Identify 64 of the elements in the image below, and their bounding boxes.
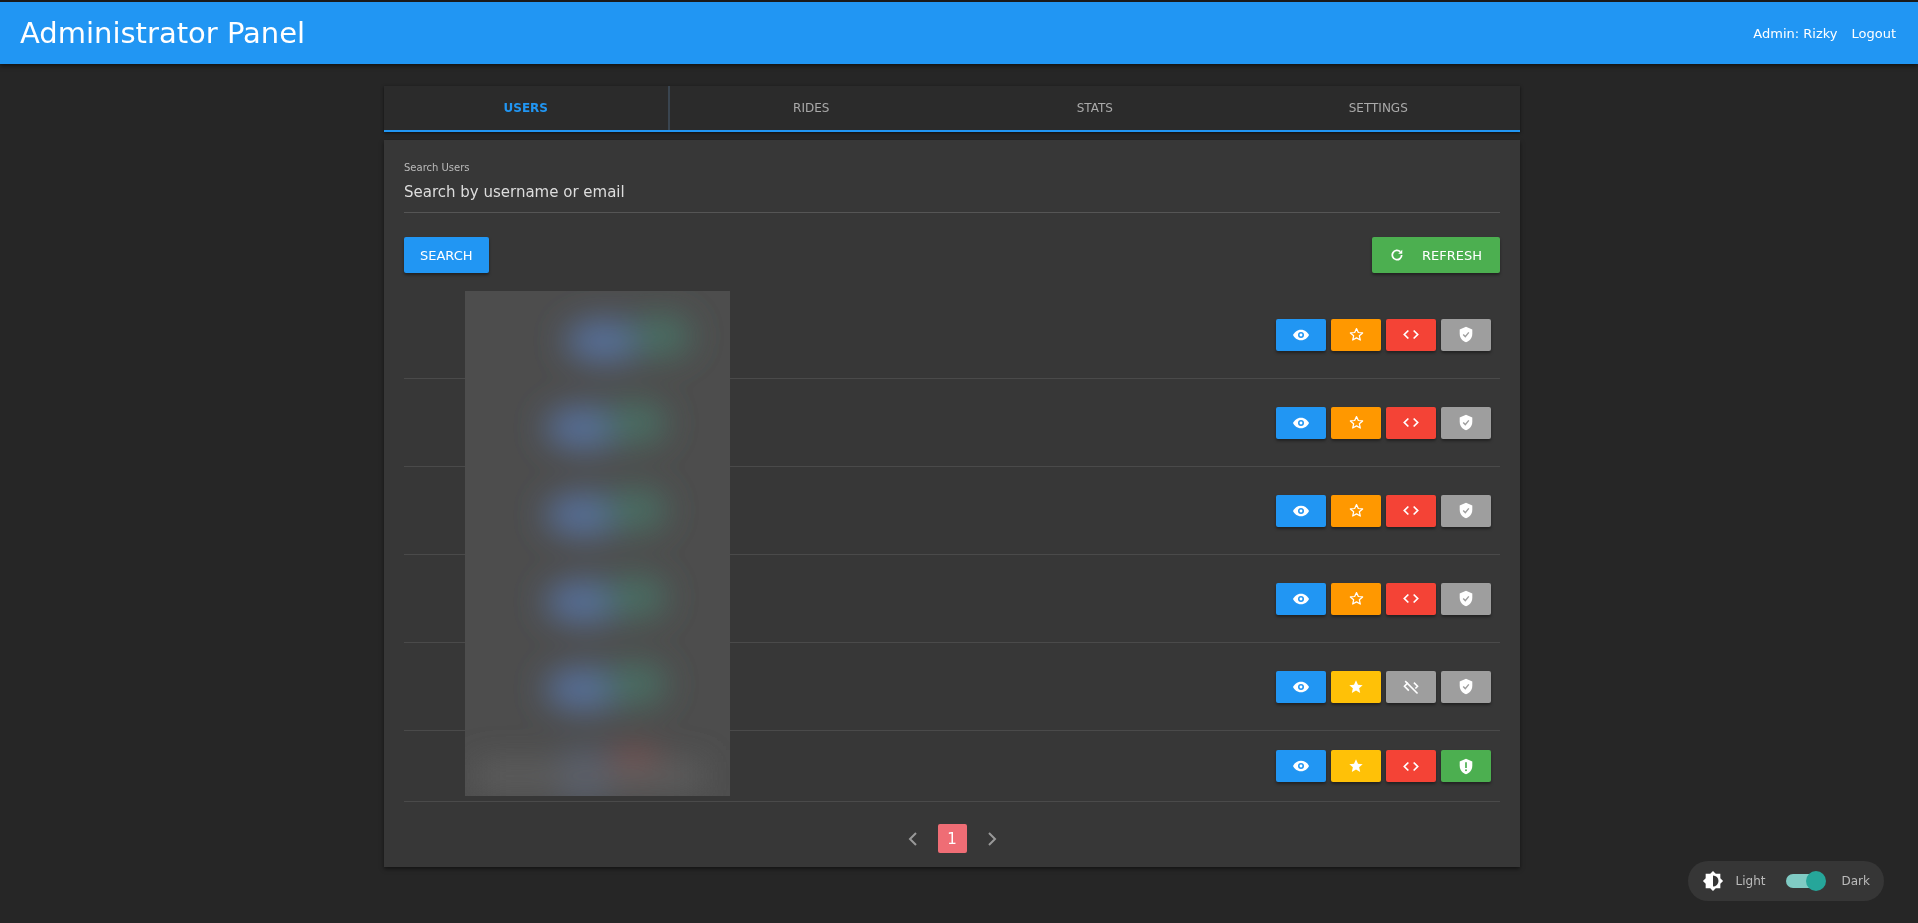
code-off-icon <box>1402 678 1420 695</box>
code-button[interactable] <box>1386 318 1436 351</box>
search-label: Search Users <box>404 162 471 173</box>
star-icon <box>1348 678 1364 695</box>
eye-icon <box>1293 760 1309 772</box>
chevron-left-icon <box>907 831 918 846</box>
shield-check-icon <box>1459 502 1473 519</box>
chevron-right-icon <box>986 831 997 846</box>
star-button[interactable] <box>1331 494 1381 527</box>
view-button[interactable] <box>1276 406 1326 439</box>
refresh-button[interactable]: REFRESH <box>1372 237 1500 273</box>
star-button[interactable] <box>1331 582 1381 615</box>
code-button[interactable] <box>1386 670 1436 703</box>
shield-alert-icon <box>1459 757 1473 775</box>
code-button[interactable] <box>1386 582 1436 615</box>
view-button[interactable] <box>1276 582 1326 615</box>
search-field[interactable]: Search by username or email <box>404 173 1500 213</box>
star-icon <box>1348 327 1364 342</box>
view-button[interactable] <box>1276 670 1326 703</box>
shield-button[interactable] <box>1441 406 1491 439</box>
code-button[interactable] <box>1386 494 1436 527</box>
refresh-icon <box>1390 248 1404 262</box>
code-icon <box>1403 505 1419 516</box>
code-button[interactable] <box>1386 406 1436 439</box>
shield-button[interactable] <box>1441 318 1491 351</box>
code-icon <box>1403 593 1419 604</box>
shield-check-icon <box>1459 326 1473 343</box>
admin-user-label: Admin: Rizky <box>1753 25 1838 41</box>
shield-check-icon <box>1459 414 1473 431</box>
logout-link[interactable]: Logout <box>1851 25 1896 41</box>
app-title: Administrator Panel <box>20 16 306 50</box>
dark-label: Dark <box>1841 874 1870 888</box>
light-label: Light <box>1735 874 1766 888</box>
tab[interactable]: SETTINGS <box>1236 86 1520 130</box>
eye-icon <box>1293 680 1309 693</box>
eye-icon <box>1293 328 1309 341</box>
page-button[interactable]: 1 <box>937 824 967 853</box>
star-icon <box>1348 503 1364 518</box>
shield-check-icon <box>1459 678 1473 695</box>
shield-button[interactable] <box>1441 582 1491 615</box>
tab[interactable]: USERS <box>384 86 670 130</box>
code-icon <box>1403 760 1419 772</box>
star-icon <box>1348 415 1364 430</box>
code-icon <box>1403 329 1419 340</box>
star-button[interactable] <box>1331 670 1381 703</box>
star-button[interactable] <box>1331 406 1381 439</box>
star-button[interactable] <box>1331 750 1381 782</box>
tab[interactable]: STATS <box>953 86 1237 130</box>
code-icon <box>1403 417 1419 428</box>
star-icon <box>1348 591 1364 606</box>
star-button[interactable] <box>1331 318 1381 351</box>
shield-button[interactable] <box>1441 670 1491 703</box>
tab[interactable]: RIDES <box>669 86 953 130</box>
eye-icon <box>1293 592 1309 605</box>
shield-check-icon <box>1459 590 1473 607</box>
brightness-icon <box>1701 870 1724 892</box>
view-button[interactable] <box>1276 318 1326 351</box>
view-button[interactable] <box>1276 494 1326 527</box>
star-icon <box>1348 758 1364 774</box>
shield-button[interactable] <box>1441 494 1491 527</box>
eye-icon <box>1293 416 1309 429</box>
eye-icon <box>1293 504 1309 517</box>
search-button[interactable]: SEARCH <box>404 237 489 273</box>
theme-switch[interactable] <box>1785 874 1824 888</box>
